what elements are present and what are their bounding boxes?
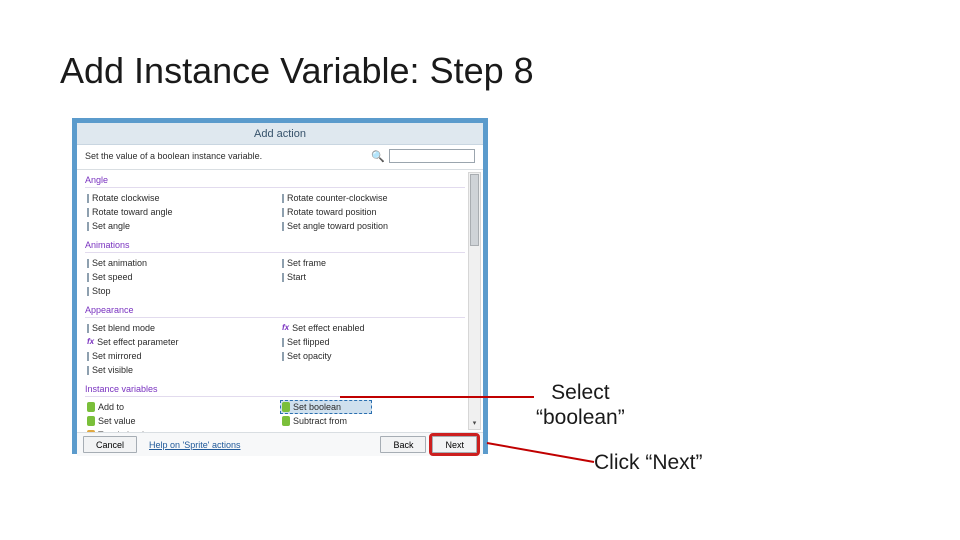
action-list: Angle Rotate clockwise Rotate toward ang… — [77, 170, 483, 432]
search-area: 🔍 — [371, 149, 475, 163]
action-rotate-clockwise[interactable]: Rotate clockwise — [85, 191, 270, 205]
slide: Add Instance Variable: Step 8 Add action… — [0, 0, 960, 540]
callout-select-boolean: Select “boolean” — [536, 380, 625, 430]
ivar-icon — [87, 402, 95, 412]
help-link[interactable]: Help on 'Sprite' actions — [149, 440, 241, 450]
action-set-animation[interactable]: Set animation — [85, 256, 270, 270]
category-label: Instance variables — [85, 383, 465, 397]
action-set-angle-toward-position[interactable]: Set angle toward position — [280, 219, 465, 233]
action-set-blend-mode[interactable]: Set blend mode — [85, 321, 270, 335]
search-input[interactable] — [389, 149, 475, 163]
action-add-to[interactable]: Add to — [85, 400, 270, 414]
scrollbar[interactable]: ▾ — [468, 172, 481, 430]
category-label: Appearance — [85, 304, 465, 318]
annotation-line — [487, 443, 594, 462]
category-animations: Animations Set animation Set speed Stop … — [85, 239, 465, 298]
ivar-icon — [282, 416, 290, 426]
category-appearance: Appearance Set blend mode fxSet effect p… — [85, 304, 465, 377]
action-set-opacity[interactable]: Set opacity — [280, 349, 465, 363]
action-set-angle[interactable]: Set angle — [85, 219, 270, 233]
action-rotate-counter-clockwise[interactable]: Rotate counter-clockwise — [280, 191, 465, 205]
fx-icon: fx — [282, 322, 289, 334]
action-set-effect-parameter[interactable]: fxSet effect parameter — [85, 335, 270, 349]
dialog-body: Angle Rotate clockwise Rotate toward ang… — [77, 170, 483, 432]
action-set-boolean[interactable]: Set boolean — [280, 400, 372, 414]
category-instance-variables: Instance variables Add to Set value Togg… — [85, 383, 465, 432]
callout-click-next: Click “Next” — [594, 450, 703, 475]
action-rotate-toward-angle[interactable]: Rotate toward angle — [85, 205, 270, 219]
ivar-icon — [87, 430, 95, 432]
action-stop[interactable]: Stop — [85, 284, 270, 298]
back-button[interactable]: Back — [380, 436, 426, 453]
ivar-icon — [282, 402, 290, 412]
add-action-dialog: Add action Set the value of a boolean in… — [72, 118, 488, 454]
action-set-speed[interactable]: Set speed — [85, 270, 270, 284]
action-rotate-toward-position[interactable]: Rotate toward position — [280, 205, 465, 219]
action-set-visible[interactable]: Set visible — [85, 363, 270, 377]
scroll-down-icon[interactable]: ▾ — [469, 417, 480, 428]
search-icon: 🔍 — [371, 150, 385, 163]
scrollbar-thumb[interactable] — [470, 174, 479, 246]
action-set-value[interactable]: Set value — [85, 414, 270, 428]
action-set-frame[interactable]: Set frame — [280, 256, 465, 270]
cancel-button[interactable]: Cancel — [83, 436, 137, 453]
action-set-mirrored[interactable]: Set mirrored — [85, 349, 270, 363]
action-set-flipped[interactable]: Set flipped — [280, 335, 465, 349]
dialog-titlebar: Add action — [77, 123, 483, 145]
action-subtract-from[interactable]: Subtract from — [280, 414, 465, 428]
action-toggle-boolean[interactable]: Toggle boolean — [85, 428, 270, 432]
action-set-effect-enabled[interactable]: fxSet effect enabled — [280, 321, 465, 335]
dialog-title: Add action — [254, 128, 306, 140]
action-start[interactable]: Start — [280, 270, 465, 284]
fx-icon: fx — [87, 336, 94, 348]
ivar-icon — [87, 416, 95, 426]
dialog-footer: Cancel Help on 'Sprite' actions Back Nex… — [77, 432, 483, 456]
dialog-info-bar: Set the value of a boolean instance vari… — [77, 145, 483, 170]
category-angle: Angle Rotate clockwise Rotate toward ang… — [85, 174, 465, 233]
category-label: Animations — [85, 239, 465, 253]
dialog-info-text: Set the value of a boolean instance vari… — [85, 151, 262, 161]
category-label: Angle — [85, 174, 465, 188]
page-title: Add Instance Variable: Step 8 — [60, 50, 534, 92]
next-button[interactable]: Next — [432, 436, 477, 453]
